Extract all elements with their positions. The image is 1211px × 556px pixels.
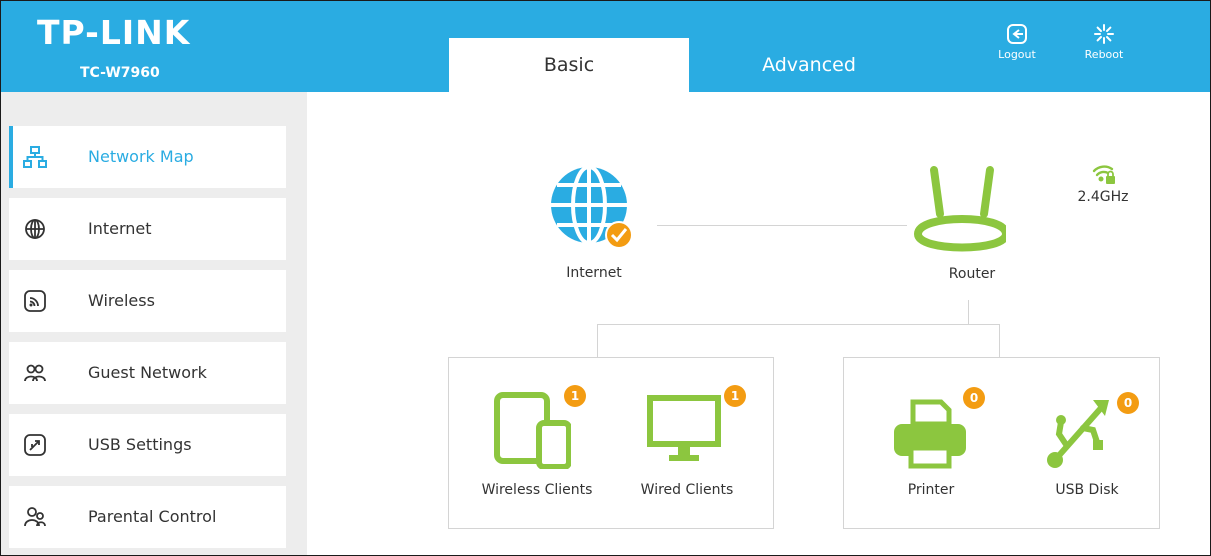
printer-label: Printer xyxy=(907,482,955,498)
printer-count-badge: 0 xyxy=(963,387,985,409)
globe-icon xyxy=(25,219,45,239)
wired-clients-count-badge: 1 xyxy=(724,385,746,407)
sidebar-item-label: Parental Control xyxy=(88,507,217,526)
tab-advanced[interactable]: Advanced xyxy=(689,38,929,92)
reboot-label: Reboot xyxy=(1084,48,1124,61)
wired-clients-label: Wired Clients xyxy=(640,482,734,498)
tablet-phone-icon xyxy=(494,392,572,470)
sidebar-item-label: Wireless xyxy=(88,291,155,310)
connector-line xyxy=(968,300,969,324)
connector-line xyxy=(657,225,907,226)
connector-line xyxy=(597,324,598,358)
printer-node[interactable] xyxy=(891,398,969,470)
connector-line xyxy=(999,324,1000,358)
band-label: 2.4GHz xyxy=(1077,189,1129,205)
sidebar: Network Map Internet Wireless Guest Netw… xyxy=(1,92,307,555)
logout-label: Logout xyxy=(998,48,1036,61)
wireless-clients-node[interactable] xyxy=(493,389,572,470)
usb-icon xyxy=(24,434,46,456)
monitor-icon xyxy=(647,395,721,461)
sidebar-item-label: Network Map xyxy=(88,147,194,166)
internet-label: Internet xyxy=(566,265,622,281)
wired-clients-node[interactable] xyxy=(647,395,723,467)
wireless-clients-label: Wireless Clients xyxy=(481,482,593,498)
connector-line xyxy=(597,324,999,325)
brand-logo: TP-LINK xyxy=(37,13,191,52)
parental-control-icon xyxy=(24,507,46,527)
reboot-button[interactable]: Reboot xyxy=(1074,23,1134,61)
internet-node[interactable] xyxy=(547,161,639,253)
model-name: TC-W7960 xyxy=(80,65,160,81)
network-map-panel: Internet Router 2.4GHz 1 Wireless Client… xyxy=(307,92,1210,555)
usb-disk-node[interactable] xyxy=(1043,394,1113,470)
reboot-icon xyxy=(1094,24,1114,44)
sidebar-item-internet[interactable]: Internet xyxy=(9,198,286,260)
wireless-icon xyxy=(24,290,46,312)
sidebar-item-label: Internet xyxy=(88,219,152,238)
sidebar-item-network-map[interactable]: Network Map xyxy=(9,126,286,188)
wireless-clients-count-badge: 1 xyxy=(564,385,586,407)
sidebar-item-wireless[interactable]: Wireless xyxy=(9,270,286,332)
sidebar-item-parental-control[interactable]: Parental Control xyxy=(9,486,286,548)
wifi-locked-icon xyxy=(1092,163,1116,185)
router-label: Router xyxy=(948,266,996,282)
sidebar-item-guest-network[interactable]: Guest Network xyxy=(9,342,286,404)
router-node[interactable] xyxy=(912,162,1011,256)
usb-disk-label: USB Disk xyxy=(1055,482,1119,498)
sidebar-item-usb-settings[interactable]: USB Settings xyxy=(9,414,286,476)
usb-icon xyxy=(1047,400,1109,468)
globe-icon xyxy=(551,165,633,249)
top-header: TP-LINK TC-W7960 Basic Advanced Logout R… xyxy=(1,1,1210,92)
logout-button[interactable]: Logout xyxy=(987,23,1047,61)
sidebar-item-label: USB Settings xyxy=(88,435,192,454)
logout-icon xyxy=(1007,24,1027,44)
sidebar-item-label: Guest Network xyxy=(88,363,207,382)
printer-icon xyxy=(894,399,966,469)
router-icon xyxy=(913,166,1011,252)
tab-basic[interactable]: Basic xyxy=(449,38,689,92)
usb-disk-count-badge: 0 xyxy=(1117,392,1139,414)
network-map-icon xyxy=(23,146,47,168)
guest-network-icon xyxy=(24,364,46,382)
router-admin-window: TP-LINK TC-W7960 Basic Advanced Logout R… xyxy=(0,0,1211,556)
